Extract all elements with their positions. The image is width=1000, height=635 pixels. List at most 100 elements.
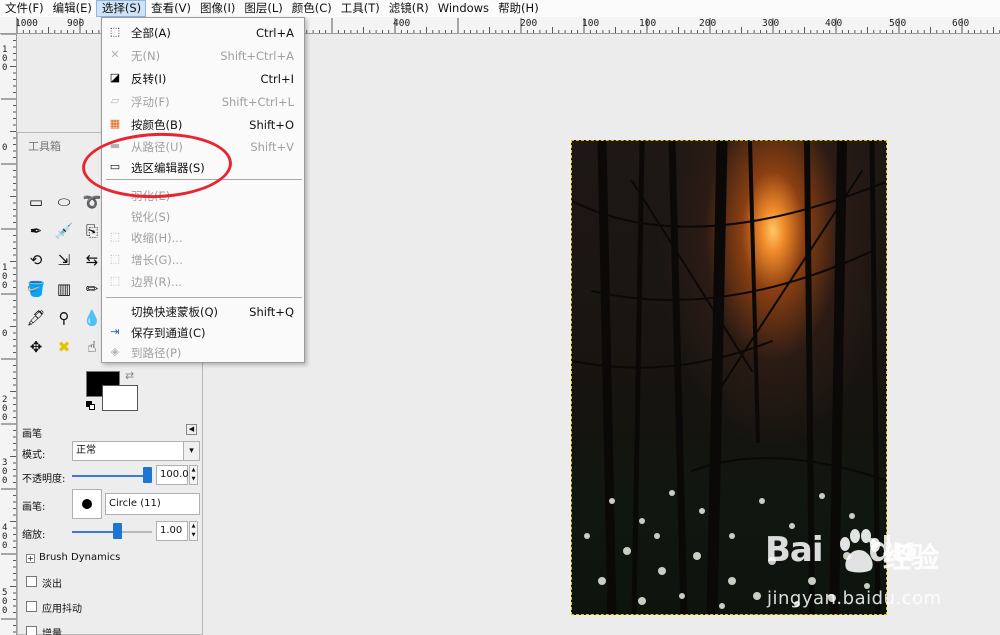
fade-checkbox[interactable]: [26, 576, 37, 587]
select-none-icon: ✕: [110, 48, 120, 61]
ruler-top-label: 900: [67, 18, 85, 29]
select-menu-item-label: 收缩(H)...: [131, 230, 183, 245]
select-menu-item-label: 增长(G)...: [131, 252, 183, 267]
select-menu-item[interactable]: ⬚ 边界(R)...: [102, 271, 304, 292]
jitter-checkbox[interactable]: [26, 601, 37, 612]
grow-icon: ⬚: [109, 252, 121, 265]
select-menu-item-label: 保存到通道(C): [131, 325, 206, 340]
ruler-left[interactable]: 100 0 100 0 200 300 400 500: [0, 34, 17, 635]
mode-label: 模式:: [22, 450, 46, 461]
select-menu-item[interactable]: 切换快速蒙板(Q) Shift+Q: [102, 301, 304, 322]
opacity-label: 不透明度:: [22, 474, 66, 485]
select-menu-item-shortcut: Shift+Ctrl+A: [220, 48, 294, 63]
ink-tool-icon[interactable]: 🖋: [23, 305, 49, 331]
select-menu-item[interactable]: ◈ 到路径(P): [102, 342, 304, 363]
select-menu-item-label: 浮动(F): [131, 94, 170, 109]
rect-select-tool-icon[interactable]: ▭: [23, 189, 49, 215]
save-channel-icon: ⇥: [110, 325, 120, 338]
select-menu-item[interactable]: ⬚ 收缩(H)...: [102, 227, 304, 248]
select-menu-item-label: 全部(A): [131, 25, 171, 40]
menu-select[interactable]: 选择(S): [95, 0, 147, 17]
ruler-top-label: 400: [393, 18, 411, 29]
ruler-top-label: 200: [699, 18, 717, 29]
select-menu-item[interactable]: ◪ 反转(I) Ctrl+I: [102, 68, 304, 89]
ruler-top-label: 100: [582, 18, 600, 29]
select-menu-item[interactable]: 锐化(S): [102, 206, 304, 227]
incremental-checkbox[interactable]: [26, 626, 37, 635]
scale-slider-fill: [72, 531, 117, 533]
paths-tool-icon[interactable]: ✒: [23, 218, 49, 244]
opacity-spinner[interactable]: ▲ ▼: [189, 465, 198, 485]
brush-preview[interactable]: [72, 489, 102, 519]
swap-colors-icon[interactable]: ⇄: [125, 369, 134, 382]
ruler-top-label: 200: [520, 18, 538, 29]
select-menu-item-shortcut: Ctrl+I: [260, 71, 295, 86]
ruler-left-label: 0: [2, 329, 8, 339]
select-menu-item[interactable]: ⬚ 全部(A) Ctrl+A: [102, 22, 304, 43]
mode-select[interactable]: 正常 ▾: [72, 441, 200, 461]
menu-layer[interactable]: 图层(L): [239, 0, 286, 17]
ruler-top-label: 400: [825, 18, 843, 29]
select-menu-item-shortcut: Shift+Ctrl+L: [221, 94, 294, 109]
select-all-icon: ⬚: [109, 25, 121, 38]
ruler-left-label: 500: [2, 588, 8, 616]
menu-colors[interactable]: 颜色(C): [287, 0, 336, 17]
stamp-tool-icon[interactable]: ⚲: [51, 305, 77, 331]
move-tool-icon[interactable]: ✥: [23, 334, 49, 360]
ruler-corner[interactable]: [0, 17, 17, 34]
expand-icon[interactable]: +: [26, 554, 35, 563]
select-menu-item[interactable]: ⬚ 增长(G)...: [102, 249, 304, 270]
reset-colors-icon[interactable]: [86, 401, 95, 410]
select-menu-item[interactable]: ✕ 无(N) Shift+Ctrl+A: [102, 45, 304, 66]
rotate-tool-icon[interactable]: ⟲: [23, 247, 49, 273]
opacity-slider-thumb[interactable]: [143, 467, 152, 483]
opacity-slider-fill: [72, 475, 152, 477]
toolbox-title: 工具箱: [28, 140, 61, 153]
menu-separator: [106, 297, 302, 298]
menu-image[interactable]: 图像(I): [195, 0, 239, 17]
select-menu-item[interactable]: ▱ 浮动(F) Shift+Ctrl+L: [102, 91, 304, 112]
options-menu-icon[interactable]: ◀: [186, 424, 197, 435]
select-menu-item[interactable]: ⇥ 保存到通道(C): [102, 322, 304, 343]
menu-view[interactable]: 查看(V): [146, 0, 195, 17]
brush-name-field[interactable]: Circle (11): [105, 493, 200, 515]
scale-slider-thumb[interactable]: [112, 523, 122, 539]
scale-spinner[interactable]: ▲ ▼: [189, 521, 198, 541]
menu-bar: 文件(F) 编辑(E) 选择(S) 查看(V) 图像(I) 图层(L) 颜色(C…: [0, 0, 1000, 17]
jitter-label: 应用抖动: [42, 604, 82, 615]
gradient-tool-icon[interactable]: ▥: [51, 276, 77, 302]
ruler-top-label: 600: [952, 18, 970, 29]
to-path-icon: ◈: [110, 345, 120, 358]
color-picker-tool-icon[interactable]: 💉: [51, 218, 77, 244]
baidu-paw-icon: [840, 529, 880, 573]
invert-icon: ◪: [109, 71, 121, 84]
select-menu-item-shortcut: Shift+V: [250, 139, 294, 154]
chevron-down-icon: ▾: [183, 442, 199, 460]
ruler-left-label: 0: [2, 143, 8, 153]
tool-grid: ▭ ⬭ ➰ ✒ 💉 ⎘ ⟲ ⇲ ⇆ 🪣 ▥ ✏ 🖋 ⚲ 💧 ✥ ✖ ☝: [23, 189, 107, 363]
scale-input[interactable]: 1.00: [156, 521, 188, 541]
opacity-input[interactable]: 100.0: [156, 465, 189, 485]
ruler-left-label: 300: [2, 458, 8, 486]
menu-edit[interactable]: 编辑(E): [48, 0, 96, 17]
select-menu-item-shortcut: Shift+Q: [249, 304, 294, 319]
select-menu-item[interactable]: ▦ 按颜色(B) Shift+O: [102, 114, 304, 135]
select-menu-item-shortcut: Shift+O: [249, 117, 294, 132]
select-menu-item-shortcut: Ctrl+A: [256, 25, 294, 40]
brush-dynamics-label[interactable]: Brush Dynamics: [39, 552, 120, 563]
ellipse-select-tool-icon[interactable]: ⬭: [51, 189, 77, 215]
menu-tools[interactable]: 工具(T): [336, 0, 384, 17]
ruler-top-label: 300: [762, 18, 780, 29]
brush-label: 画笔:: [22, 502, 46, 513]
menu-file[interactable]: 文件(F): [0, 0, 48, 17]
menu-windows[interactable]: Windows: [433, 0, 493, 17]
scale-tool-icon[interactable]: ⇲: [51, 247, 77, 273]
menu-filters[interactable]: 滤镜(R): [384, 0, 433, 17]
baidu-watermark: Bai du 经验 jingyan.baidu.com: [765, 529, 990, 620]
select-menu-item-label: 切换快速蒙板(Q): [131, 304, 219, 319]
heal-tool-icon[interactable]: ✖: [51, 334, 77, 360]
ruler-left-label: 200: [2, 395, 8, 423]
background-color[interactable]: [102, 385, 138, 411]
bucket-fill-tool-icon[interactable]: 🪣: [23, 276, 49, 302]
menu-help[interactable]: 帮助(H): [493, 0, 543, 17]
